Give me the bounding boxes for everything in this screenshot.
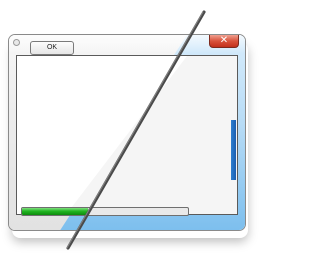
close-icon: ✕ <box>219 35 229 46</box>
scrollbar[interactable] <box>231 120 236 180</box>
progress-bar <box>21 207 189 216</box>
dialog-window: OK ✕ <box>8 34 246 231</box>
icon-stage: OK ✕ <box>0 0 256 256</box>
ok-button[interactable]: OK <box>30 41 74 55</box>
content-area <box>16 55 238 215</box>
close-button[interactable]: ✕ <box>209 35 239 48</box>
window-icon[interactable] <box>13 39 20 46</box>
content-area-shade <box>65 56 237 214</box>
progress-bar-fill <box>22 208 89 215</box>
